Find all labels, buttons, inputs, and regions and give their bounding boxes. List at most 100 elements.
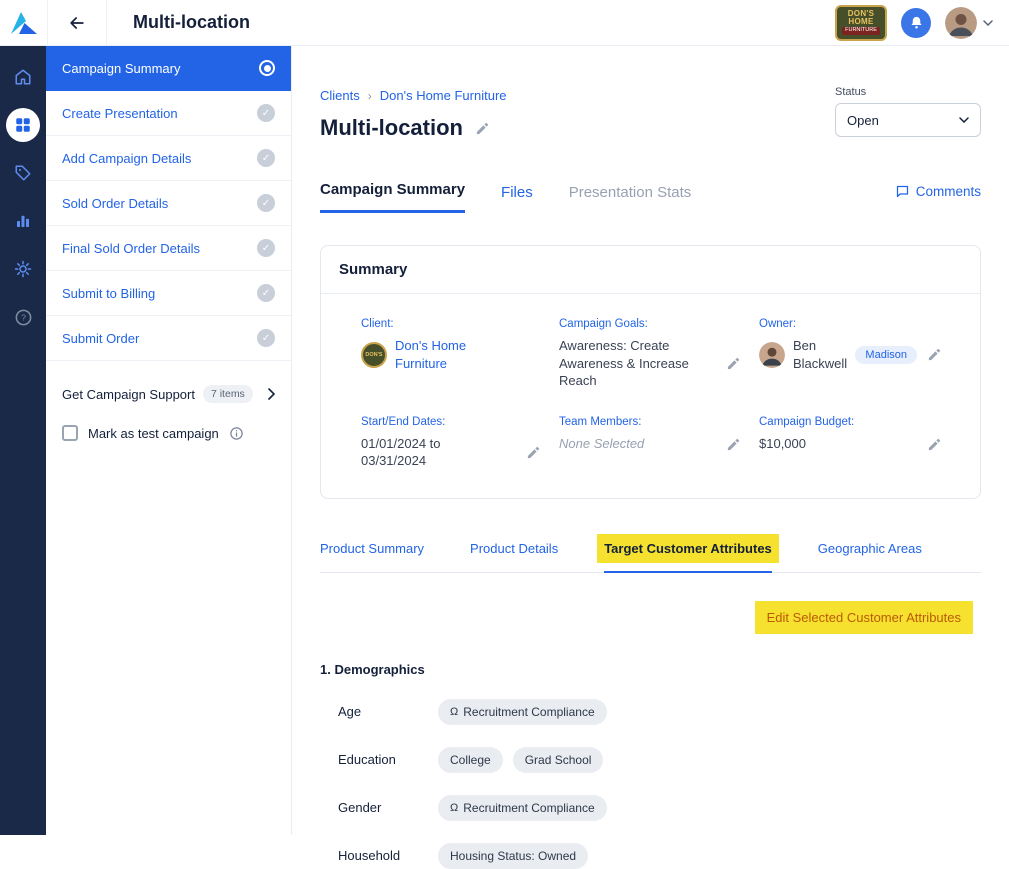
pencil-icon <box>726 437 741 452</box>
help-icon: ? <box>14 308 33 327</box>
demographics-row-age: Age Ω Recruitment Compliance <box>320 699 981 725</box>
pencil-icon <box>927 437 942 452</box>
edit-owner-button[interactable] <box>925 345 944 364</box>
edit-title-button[interactable] <box>473 119 492 138</box>
campaign-steps-sidebar: Campaign Summary Create Presentation Add… <box>46 46 292 835</box>
status-value: Open <box>847 113 879 128</box>
chevron-down-icon <box>959 117 969 123</box>
edit-team-members-button[interactable] <box>724 435 743 454</box>
client-avatar: DON'S <box>361 342 387 368</box>
sidebar-item-add-campaign-details[interactable]: Add Campaign Details <box>46 136 291 181</box>
settings-nav-button[interactable] <box>6 252 40 286</box>
check-circle-icon <box>257 194 275 212</box>
chevron-right-icon <box>268 388 275 400</box>
edit-budget-button[interactable] <box>925 435 944 454</box>
client-link[interactable]: Don's Home Furniture <box>395 337 505 372</box>
sidebar-item-label: Final Sold Order Details <box>62 241 200 256</box>
sidebar-item-final-sold-order-details[interactable]: Final Sold Order Details <box>46 226 291 271</box>
test-campaign-checkbox[interactable] <box>62 425 78 441</box>
page-title: Multi-location <box>320 115 463 141</box>
icon-rail: ? <box>0 46 46 835</box>
subtab-product-details[interactable]: Product Details <box>470 541 558 572</box>
app-logo[interactable] <box>0 0 47 45</box>
subtab-target-customer-attributes[interactable]: Target Customer Attributes <box>604 541 772 573</box>
field-label: Campaign Goals: <box>559 318 759 330</box>
field-label: Client: <box>361 318 559 330</box>
gear-icon <box>14 260 32 278</box>
edit-selected-customer-attributes-link[interactable]: Edit Selected Customer Attributes <box>755 601 973 634</box>
edit-campaign-goals-button[interactable] <box>724 354 743 373</box>
attribute-chip: Housing Status: Owned <box>438 843 588 869</box>
get-campaign-support[interactable]: Get Campaign Support 7 items <box>46 385 291 403</box>
sidebar-item-create-presentation[interactable]: Create Presentation <box>46 91 291 136</box>
breadcrumb-client-name[interactable]: Don's Home Furniture <box>380 88 507 103</box>
owner-name: Ben Blackwell <box>793 337 847 372</box>
window-title: Multi-location <box>133 12 250 33</box>
check-circle-icon <box>257 284 275 302</box>
subtab-label: Target Customer Attributes <box>604 541 772 556</box>
compliance-icon: Ω <box>450 706 458 718</box>
campaigns-nav-button[interactable] <box>6 108 40 142</box>
user-menu[interactable] <box>945 7 993 39</box>
help-nav-button[interactable]: ? <box>6 300 40 334</box>
pencil-icon <box>526 445 541 460</box>
status-label: Status <box>835 86 981 98</box>
home-nav-button[interactable] <box>6 60 40 94</box>
campaign-goals-value: Awareness: Create Awareness & Increase R… <box>559 337 709 390</box>
dates-value: 01/01/2024 to 03/31/2024 <box>361 435 473 470</box>
sidebar-item-submit-to-billing[interactable]: Submit to Billing <box>46 271 291 316</box>
back-button[interactable] <box>47 0 107 45</box>
summary-card-title: Summary <box>321 246 980 294</box>
breadcrumb-separator-icon: › <box>368 89 372 103</box>
comments-label: Comments <box>916 184 981 199</box>
subtab-geographic-areas[interactable]: Geographic Areas <box>818 541 922 572</box>
detail-subtabs: Product Summary Product Details Target C… <box>320 541 981 573</box>
tab-files[interactable]: Files <box>501 184 533 213</box>
notifications-button[interactable] <box>901 8 931 38</box>
comments-button[interactable]: Comments <box>895 184 981 213</box>
info-icon[interactable] <box>229 426 244 441</box>
chip-label: Recruitment Compliance <box>463 705 594 719</box>
user-avatar <box>945 7 977 39</box>
dashboard-grid-icon <box>14 116 32 134</box>
main-tabs: Campaign Summary Files Presentation Stat… <box>320 181 981 213</box>
comment-icon <box>895 184 910 199</box>
status-box: Status Open <box>835 86 981 137</box>
attribute-label: Age <box>320 704 438 719</box>
sidebar-item-label: Add Campaign Details <box>62 151 191 166</box>
breadcrumb-clients[interactable]: Clients <box>320 88 360 103</box>
test-campaign-label: Mark as test campaign <box>88 426 219 441</box>
summary-card: Summary Client: DON'S Don's Home Furnitu… <box>320 245 981 499</box>
tab-presentation-stats[interactable]: Presentation Stats <box>569 184 692 213</box>
tab-campaign-summary[interactable]: Campaign Summary <box>320 181 465 213</box>
field-start-end-dates: Start/End Dates: 01/01/2024 to 03/31/202… <box>361 416 559 470</box>
check-circle-icon <box>257 149 275 167</box>
demographics-row-gender: Gender Ω Recruitment Compliance <box>320 795 981 821</box>
chip-label: Grad School <box>525 753 592 767</box>
svg-text:?: ? <box>21 312 26 322</box>
brand-logo-text: HOME <box>848 18 873 26</box>
attribute-chip: College <box>438 747 503 773</box>
check-circle-icon <box>257 104 275 122</box>
subtab-product-summary[interactable]: Product Summary <box>320 541 424 572</box>
field-label: Start/End Dates: <box>361 416 559 428</box>
reports-nav-button[interactable] <box>6 204 40 238</box>
status-select[interactable]: Open <box>835 103 981 137</box>
field-label: Campaign Budget: <box>759 416 960 428</box>
bell-icon <box>909 15 924 30</box>
edit-dates-button[interactable] <box>524 443 543 462</box>
sidebar-item-campaign-summary[interactable]: Campaign Summary <box>46 46 291 91</box>
sidebar-item-sold-order-details[interactable]: Sold Order Details <box>46 181 291 226</box>
sidebar-item-label: Sold Order Details <box>62 196 168 211</box>
demographics-row-education: Education College Grad School <box>320 747 981 773</box>
field-label: Team Members: <box>559 416 759 428</box>
demographics-section-title: 1. Demographics <box>320 662 981 677</box>
field-label: Owner: <box>759 318 960 330</box>
compliance-icon: Ω <box>450 802 458 814</box>
brand-logo: DON'S HOME FURNITURE <box>835 5 887 41</box>
products-nav-button[interactable] <box>6 156 40 190</box>
mark-as-test-campaign[interactable]: Mark as test campaign <box>46 425 291 441</box>
sidebar-item-submit-order[interactable]: Submit Order <box>46 316 291 361</box>
check-circle-icon <box>257 239 275 257</box>
pencil-icon <box>475 121 490 136</box>
